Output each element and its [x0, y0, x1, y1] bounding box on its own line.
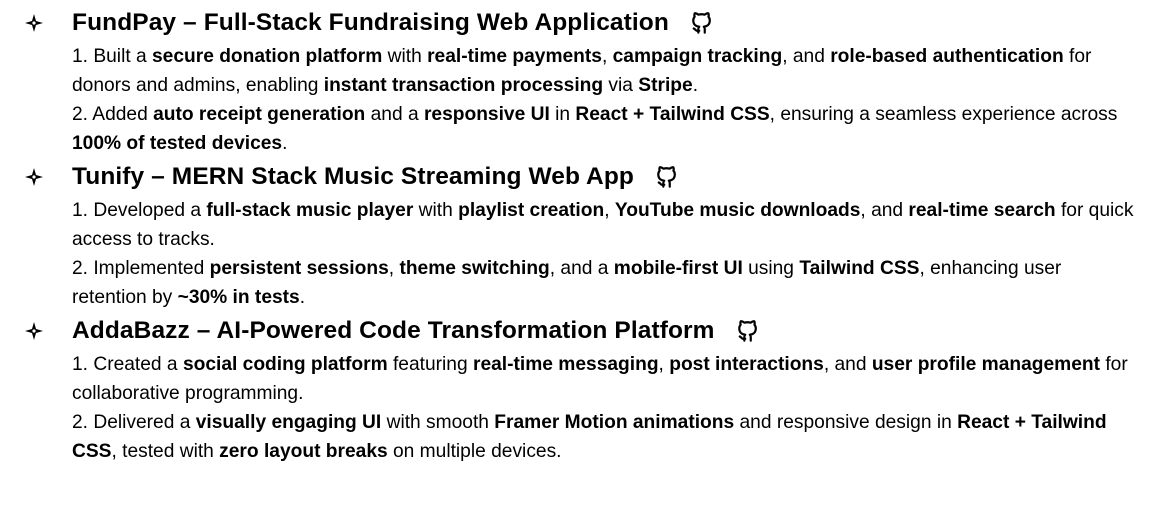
- text-run: , and: [860, 200, 909, 221]
- text-run: 1. Created a: [72, 354, 183, 375]
- github-icon[interactable]: [735, 318, 761, 344]
- text-run: ,: [601, 46, 613, 67]
- bullet-point: 1. Built a secure donation platform with…: [72, 42, 1139, 100]
- bold-text: Tailwind CSS: [799, 258, 920, 279]
- projects-section: FundPay – Full-Stack Fundraising Web App…: [0, 0, 1159, 508]
- github-icon[interactable]: [689, 10, 715, 36]
- bold-text: auto receipt generation: [153, 104, 366, 125]
- diamond-bullet-icon: [22, 319, 46, 343]
- text-run: , and: [782, 46, 831, 67]
- bold-text: secure donation platform: [152, 46, 383, 67]
- project-title: AddaBazz – AI-Powered Code Transformatio…: [72, 317, 715, 344]
- project-fundpay: FundPay – Full-Stack Fundraising Web App…: [0, 4, 1159, 158]
- bold-text: theme switching: [399, 258, 550, 279]
- project-header: FundPay – Full-Stack Fundraising Web App…: [0, 4, 1159, 42]
- text-run: on multiple devices.: [387, 441, 562, 462]
- bold-text: zero layout breaks: [219, 441, 388, 462]
- text-run: with: [382, 46, 428, 67]
- text-run: .: [299, 287, 306, 308]
- project-tunify: Tunify – MERN Stack Music Streaming Web …: [0, 158, 1159, 312]
- bold-text: React + Tailwind CSS: [575, 104, 770, 125]
- bold-text: playlist creation: [458, 200, 605, 221]
- project-addabazz: AddaBazz – AI-Powered Code Transformatio…: [0, 312, 1159, 466]
- text-run: , tested with: [111, 441, 220, 462]
- bold-text: real-time messaging: [472, 354, 659, 375]
- project-header: Tunify – MERN Stack Music Streaming Web …: [0, 158, 1159, 196]
- project-title: FundPay – Full-Stack Fundraising Web App…: [72, 9, 669, 36]
- bullet-point: 1. Developed a full-stack music player w…: [72, 196, 1139, 254]
- text-run: ,: [388, 258, 400, 279]
- text-run: .: [692, 75, 699, 96]
- text-run: using: [742, 258, 800, 279]
- bold-text: real-time payments: [427, 46, 602, 67]
- bold-text: ~30% in tests: [177, 287, 300, 308]
- project-points: 1. Developed a full-stack music player w…: [0, 196, 1159, 312]
- github-icon[interactable]: [654, 164, 680, 190]
- bold-text: mobile-first UI: [613, 258, 743, 279]
- bold-text: Framer Motion animations: [494, 412, 735, 433]
- text-run: , ensuring a seamless experience across: [769, 104, 1118, 125]
- text-run: in: [549, 104, 576, 125]
- project-points: 1. Built a secure donation platform with…: [0, 42, 1159, 158]
- text-run: with smooth: [381, 412, 495, 433]
- bold-text: 100% of tested devices: [72, 133, 283, 154]
- text-run: featuring: [387, 354, 473, 375]
- text-run: 2. Implemented: [72, 258, 210, 279]
- text-run: .: [282, 133, 288, 154]
- text-run: ,: [658, 354, 670, 375]
- bold-text: role-based authentication: [830, 46, 1064, 67]
- bold-text: full-stack music player: [206, 200, 414, 221]
- text-run: , and: [823, 354, 872, 375]
- project-title: Tunify – MERN Stack Music Streaming Web …: [72, 163, 634, 190]
- text-run: 1. Developed a: [72, 200, 207, 221]
- text-run: 2. Delivered a: [72, 412, 196, 433]
- bold-text: real-time search: [908, 200, 1056, 221]
- text-run: ,: [604, 200, 615, 221]
- bold-text: instant transaction processing: [323, 75, 604, 96]
- diamond-bullet-icon: [22, 11, 46, 35]
- bold-text: Stripe: [638, 75, 693, 96]
- text-run: , and a: [549, 258, 614, 279]
- bold-text: campaign tracking: [612, 46, 783, 67]
- text-run: with: [413, 200, 459, 221]
- project-points: 1. Created a social coding platform feat…: [0, 350, 1159, 466]
- text-run: and a: [365, 104, 424, 125]
- bullet-point: 2. Implemented persistent sessions, them…: [72, 254, 1139, 312]
- bullet-point: 2. Delivered a visually engaging UI with…: [72, 408, 1139, 466]
- bold-text: persistent sessions: [209, 258, 389, 279]
- bold-text: visually engaging UI: [195, 412, 382, 433]
- text-run: via: [603, 75, 639, 96]
- bold-text: YouTube music downloads: [614, 200, 861, 221]
- text-run: 1. Built a: [72, 46, 152, 67]
- text-run: and responsive design in: [734, 412, 958, 433]
- diamond-bullet-icon: [22, 165, 46, 189]
- text-run: 2. Added: [72, 104, 154, 125]
- bold-text: social coding platform: [182, 354, 388, 375]
- bold-text: user profile management: [871, 354, 1101, 375]
- bold-text: responsive UI: [423, 104, 550, 125]
- bullet-point: 2. Added auto receipt generation and a r…: [72, 100, 1139, 158]
- bullet-point: 1. Created a social coding platform feat…: [72, 350, 1139, 408]
- bold-text: post interactions: [669, 354, 824, 375]
- project-header: AddaBazz – AI-Powered Code Transformatio…: [0, 312, 1159, 350]
